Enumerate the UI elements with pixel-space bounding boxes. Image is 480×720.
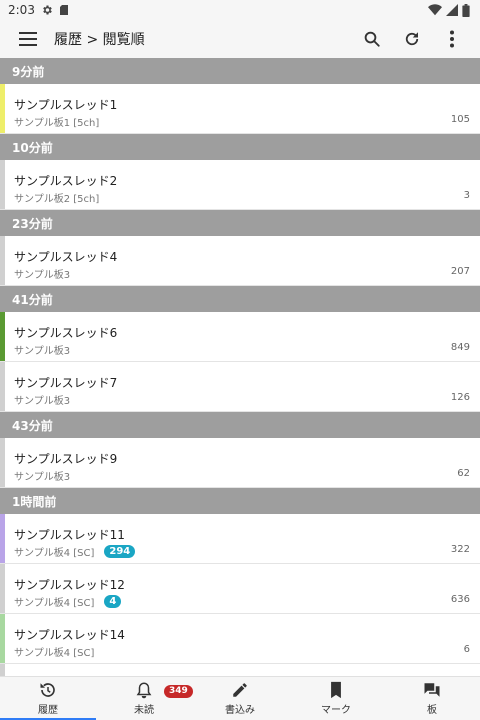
thread-row-partial[interactable] [0,664,480,676]
status-time: 2:03 [8,3,35,17]
pencil-icon [233,683,247,697]
nav-history-label: 履歴 [38,705,58,716]
thread-row[interactable]: サンプルスレッド11 サンプル板4 [SC] 294 322 [0,514,480,564]
thread-row[interactable]: サンプルスレッド4 サンプル板3 207 [0,236,480,286]
response-count: 126 [450,392,470,403]
response-count: 849 [450,342,470,353]
thread-row[interactable]: サンプルスレッド12 サンプル板4 [SC] 4 636 [0,564,480,614]
more-options-button[interactable] [432,20,472,58]
color-stripe [0,84,5,133]
signal-icon [446,4,458,16]
settings-gear-icon [43,5,52,15]
unread-count-badge: 349 [164,685,193,698]
nav-board-label: 板 [427,705,437,716]
history-icon [40,683,55,697]
search-icon [364,31,380,47]
thread-row[interactable]: サンプルスレッド2 サンプル板2 [5ch] 3 [0,160,480,210]
section-header: 1時間前 [0,488,480,514]
response-count: 636 [450,594,470,605]
page-title: 履歴 > 閲覧順 [54,32,145,48]
section-header: 23分前 [0,210,480,236]
section-header: 9分前 [0,58,480,84]
new-response-badge: 294 [104,545,136,558]
nav-board[interactable]: 板 [384,677,480,720]
response-count: 6 [463,644,470,655]
menu-button[interactable] [8,20,48,58]
response-count: 207 [450,266,470,277]
sd-card-icon [59,5,68,15]
thread-title: サンプルスレッド11 [14,528,125,542]
board-name: サンプル板3 [14,346,71,357]
thread-title: サンプルスレッド14 [14,628,125,642]
nav-unread-label: 未読 [134,705,154,716]
thread-title: サンプルスレッド4 [14,250,118,264]
thread-row[interactable]: サンプルスレッド6 サンプル板3 849 [0,312,480,362]
nav-post-label: 書込み [225,705,255,716]
bottom-navigation: 履歴 未読 349 書込み マーク 板 [0,676,480,720]
nav-post[interactable]: 書込み [192,677,288,720]
bell-icon [136,682,152,699]
refresh-icon [405,32,419,46]
new-response-badge: 4 [104,595,122,608]
board-name: サンプル板4 [SC] [14,598,95,609]
thread-row[interactable]: サンプルスレッド9 サンプル板3 62 [0,438,480,488]
thread-row[interactable]: サンプルスレッド14 サンプル板4 [SC] 6 [0,614,480,664]
color-stripe [0,236,5,285]
section-header: 10分前 [0,134,480,160]
hamburger-menu-icon [19,32,37,46]
color-stripe [0,514,5,563]
color-stripe [0,564,5,613]
board-name: サンプル板4 [SC] [14,548,95,559]
forum-icon [424,683,440,697]
response-count: 62 [457,468,470,479]
response-count: 322 [450,544,470,555]
color-stripe [0,362,5,411]
color-stripe [0,160,5,209]
nav-mark-label: マーク [321,705,351,716]
wifi-icon [428,4,442,16]
thread-title: サンプルスレッド12 [14,578,125,592]
thread-title: サンプルスレッド2 [14,174,118,188]
refresh-button[interactable] [392,20,432,58]
search-button[interactable] [352,20,392,58]
color-stripe [0,438,5,487]
section-header: 43分前 [0,412,480,438]
section-header: 41分前 [0,286,480,312]
response-count: 105 [450,114,470,125]
nav-history[interactable]: 履歴 [0,677,96,720]
nav-mark[interactable]: マーク [288,677,384,720]
board-name: サンプル板2 [5ch] [14,194,100,205]
more-vert-icon [450,30,454,48]
board-name: サンプル板3 [14,472,71,483]
color-stripe [0,614,5,663]
response-count: 3 [463,190,470,201]
battery-icon [462,3,470,17]
history-list[interactable]: 9分前 サンプルスレッド1 サンプル板1 [5ch] 105 10分前 サンプル… [0,58,480,676]
app-bar: 履歴 > 閲覧順 [0,20,480,58]
thread-title: サンプルスレッド9 [14,452,118,466]
nav-unread[interactable]: 未読 349 [96,677,193,720]
thread-row[interactable]: サンプルスレッド7 サンプル板3 126 [0,362,480,412]
status-bar: 2:03 [0,0,480,20]
board-name: サンプル板1 [5ch] [14,118,100,129]
color-stripe [0,664,5,676]
bookmark-icon [331,681,341,699]
thread-title: サンプルスレッド6 [14,326,118,340]
board-name: サンプル板3 [14,396,71,407]
thread-row[interactable]: サンプルスレッド1 サンプル板1 [5ch] 105 [0,84,480,134]
thread-title: サンプルスレッド7 [14,376,118,390]
thread-title: サンプルスレッド1 [14,98,118,112]
board-name: サンプル板3 [14,270,71,281]
board-name: サンプル板4 [SC] [14,648,95,659]
color-stripe [0,312,5,361]
